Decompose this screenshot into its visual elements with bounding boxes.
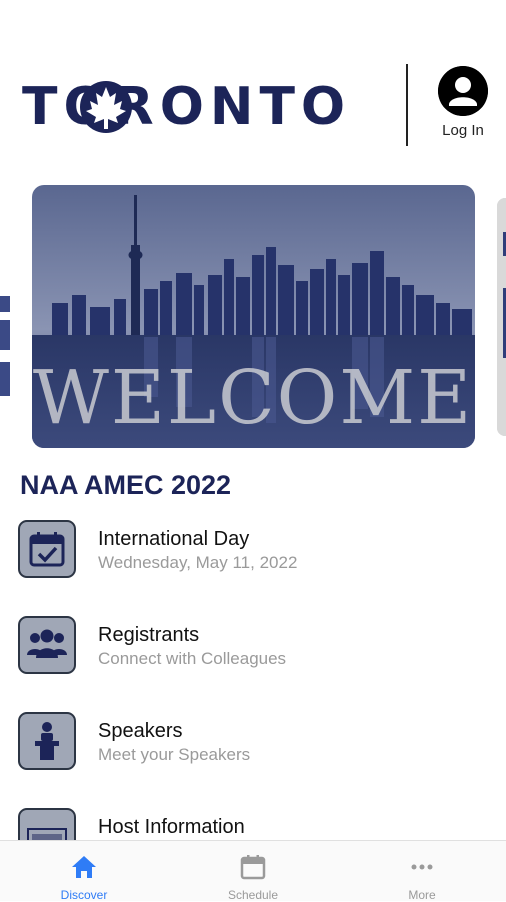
item-subtitle: Meet your Speakers <box>98 745 251 764</box>
item-subtitle: Wednesday, May 11, 2022 <box>98 553 298 572</box>
maple-leaf-icon <box>80 81 132 133</box>
item-title: International Day <box>98 528 250 550</box>
skyline-image: WELCOME <box>32 185 475 448</box>
login-button[interactable]: Log In <box>432 66 494 139</box>
tab-discover[interactable]: Discover <box>24 841 144 902</box>
group-icon <box>18 616 76 674</box>
item-title: Speakers <box>98 720 183 742</box>
bottom-tab-bar: Discover Schedule More <box>0 840 506 902</box>
podium-icon <box>18 712 76 770</box>
tab-schedule[interactable]: Schedule <box>193 841 313 902</box>
user-avatar-icon <box>438 66 488 116</box>
logo-text: TORONTO <box>22 77 352 137</box>
list-item-speakers[interactable]: Speakers Meet your Speakers <box>18 712 488 776</box>
welcome-text: WELCOME <box>33 355 473 441</box>
tab-more[interactable]: More <box>362 841 482 902</box>
toronto-logo: TORONTO <box>22 77 362 137</box>
more-dots-icon <box>411 864 433 870</box>
calendar-check-icon <box>18 520 76 578</box>
item-title: Host Information <box>98 816 245 838</box>
home-icon <box>72 856 96 878</box>
section-title: NAA AMEC 2022 <box>20 470 232 500</box>
list-item-registrants[interactable]: Registrants Connect with Colleagues <box>18 616 488 680</box>
item-title: Registrants <box>98 624 200 646</box>
list-item-international-day[interactable]: International Day Wednesday, May 11, 202… <box>18 520 488 584</box>
welcome-banner-slide[interactable]: WELCOME <box>32 185 475 448</box>
item-subtitle: Connect with Colleagues <box>98 649 287 668</box>
calendar-icon <box>240 855 266 880</box>
header-divider <box>406 64 408 146</box>
carousel-prev-peek[interactable] <box>0 290 12 400</box>
login-label: Log In <box>442 122 484 139</box>
carousel-next-peek[interactable] <box>497 198 506 436</box>
